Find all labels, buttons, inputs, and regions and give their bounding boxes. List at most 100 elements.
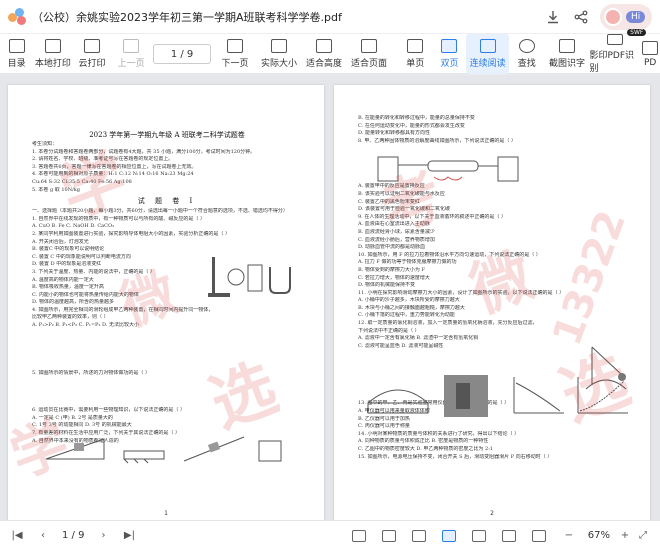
view-single-icon[interactable]: [351, 529, 366, 542]
question-line: D. 能量转化和转移都具有方向性: [358, 130, 431, 137]
question-line: C. 血液流经小肠后，营养物质增加: [358, 236, 435, 243]
question-line: A. 一定是 C (甲) B. 2号 是质量大的: [32, 414, 113, 421]
zoom-in-icon[interactable]: +: [618, 529, 632, 543]
toolbar: 目录 本地打印 云打印 上一页 1 / 9 下一页 实际大小 适合高度 适合页面…: [0, 29, 660, 74]
fullscreen-icon[interactable]: ⤢: [636, 529, 650, 543]
status-bar: |◀ ‹ 1 / 9 › ▶| − 67% + ⤢: [0, 520, 660, 550]
question-line: A. 滤液中一定含有氯化钠 B. 滤渣中一定含有氢氧化铜: [358, 335, 479, 342]
notice-line: Cu:64 S:32 Cl:35.5 Ca:40 Fe:56 Ag:108: [32, 178, 132, 185]
single-page-icon: [407, 39, 424, 53]
next-page-small-icon[interactable]: ›: [96, 529, 110, 543]
question-line: C. 若拉力增大，物体的速度增大: [358, 274, 430, 281]
page-number: 2: [490, 510, 494, 517]
last-page-icon[interactable]: ▶|: [122, 529, 136, 543]
screenshot-ocr-icon: [558, 39, 575, 53]
question-line: B. 木块与小桶之间的接触面越粗糙，摩擦力越大: [358, 304, 465, 311]
view-double-icon[interactable]: [381, 529, 396, 542]
toolbar-screenshot-ocr-label: 截图识字: [548, 59, 585, 69]
user-avatar[interactable]: Hi: [600, 3, 652, 30]
question-line: 1. 自然界中在线发现的物质中，有一种物质可以与所有的酸、碱反应的是（ ）: [32, 215, 205, 222]
notice-heading: 考生须知：: [32, 141, 58, 147]
toolbar-single-page-button[interactable]: 单页: [398, 34, 433, 74]
toolbar-cloud-print-button[interactable]: 云打印: [72, 34, 111, 74]
double-page-icon: [441, 39, 458, 53]
view-rotate-icon[interactable]: [531, 529, 546, 542]
prev-page-small-icon[interactable]: ‹: [36, 529, 50, 543]
toolbar-next-page-button[interactable]: 下一页: [213, 34, 256, 74]
view-continuous-icon[interactable]: [411, 529, 426, 542]
question-line: A. 开关闭合后，灯泡发光: [32, 238, 89, 245]
question-line: B. 血液流经肾小球，尿素含量减少: [358, 228, 435, 235]
page-number: 1: [164, 510, 168, 517]
question-line: C. 装置乙中的黑色粉末变红: [358, 198, 420, 205]
toolbar-pdf-button[interactable]: PD: [640, 34, 660, 74]
toolbar-scan-ocr-button[interactable]: 影印PDF识别 SWF: [589, 29, 647, 74]
question-line: A. 同种物质的质量与体积成正比 B. 密度是物质的一种特性: [358, 438, 489, 445]
figure-space: [32, 330, 302, 370]
view-double-continuous-icon[interactable]: [441, 529, 456, 542]
fit-page-icon: [361, 39, 378, 53]
toolbar-continuous-button[interactable]: 连续阅读: [466, 34, 510, 74]
toolbar-prev-page-button[interactable]: 上一页: [112, 34, 151, 74]
document-viewport[interactable]: 2023 学年第一学期九年级 A 班联考二科学试题卷 考生须知： 1. 本卷分试…: [0, 75, 660, 520]
first-page-icon[interactable]: |◀: [10, 529, 24, 543]
question-line: C. 小桶下落的过程中，重力势能转化为动能: [358, 312, 455, 319]
printer-icon: [44, 39, 61, 53]
zoom-out-icon[interactable]: −: [562, 529, 576, 543]
figure-space: [32, 377, 302, 407]
toolbar-cloud-print-label: 云打印: [78, 59, 106, 69]
question-line: A. 小桶中的沙子越多，木块所受的摩擦力越大: [358, 297, 460, 304]
question-line: B. 该实验可以证明二氧化碳能与水反应: [358, 190, 445, 197]
zoom-level[interactable]: 67%: [588, 530, 610, 541]
toolbar-continuous-label: 连续阅读: [469, 59, 506, 69]
toolbar-fit-page-button[interactable]: 适合页面: [347, 34, 392, 74]
avatar-image: [604, 7, 622, 26]
app-logo: [8, 7, 26, 26]
download-icon[interactable]: [544, 8, 562, 26]
scan-ocr-icon: [606, 34, 623, 45]
next-page-icon: [226, 39, 243, 53]
actual-size-icon: [271, 39, 287, 53]
toolbar-scan-ocr-label: 影印PDF识别: [589, 51, 635, 74]
toolbar-toc-label: 目录: [7, 59, 26, 69]
question-line: 11. 小明在探究影响滑动摩擦力大小的因素，设计了如图所示的实验，以下说法正确的…: [358, 289, 565, 296]
page-indicator-box: 1 / 9: [151, 34, 214, 64]
toolbar-double-page-button[interactable]: 双页: [433, 34, 466, 74]
toolbar-toc-button[interactable]: 目录: [0, 34, 33, 74]
view-fit-page-icon[interactable]: [501, 529, 516, 542]
toolbar-fit-page-label: 适合页面: [351, 59, 388, 69]
question-line: C. 乙图中的物质密度较大 D. 甲乙两种物质的密度之比为 2:1: [358, 446, 494, 452]
pdf-page-1: 2023 学年第一学期九年级 A 班联考二科学试题卷 考生须知： 1. 本卷分试…: [8, 85, 324, 520]
avatar-greeting: Hi: [626, 10, 646, 23]
question-line: A. P₁>P₂ B. P₁<P₂ C. P₁=P₂ D. 无法比较大小: [32, 322, 140, 329]
toolbar-find-button[interactable]: 查找: [509, 34, 544, 74]
fit-height-icon: [316, 39, 333, 53]
toolbar-fit-height-label: 适合高度: [306, 59, 343, 69]
toolbar-screenshot-ocr-button[interactable]: 截图识字: [544, 34, 589, 74]
question-line: B. 在能量的转化和转移过程中，能量的总量保持不变: [358, 115, 475, 121]
toolbar-fit-height-button[interactable]: 适合高度: [302, 34, 347, 74]
search-icon: [518, 39, 535, 53]
toolbar-print-label: 本地打印: [34, 59, 71, 69]
question-line: D. 物体的机械能保持不变: [358, 282, 416, 289]
gas-apparatus-figure: [377, 156, 519, 182]
notice-line: 4. 本卷可能用到的相对原子质量：H:1 C:12 N:14 O:16 Na:2…: [32, 171, 194, 178]
question-line: 9. 在人体的生理活动中，以下关于血液循环的叙述中正确的是（ ）: [358, 213, 506, 220]
question-line: B. 物体受到的摩擦力大小为 F: [358, 266, 425, 273]
share-icon[interactable]: [572, 8, 590, 26]
toolbar-actual-size-label: 实际大小: [260, 59, 297, 69]
page-number-input[interactable]: 1 / 9: [153, 44, 212, 64]
lab-apparatus-figure: [208, 257, 291, 297]
toolbar-single-page-label: 单页: [406, 59, 425, 69]
view-fit-width-icon[interactable]: [471, 529, 486, 542]
question-line: 5. 如图所示的情景中，所述的力对物体做功的是（ ）: [32, 369, 150, 376]
status-page-indicator[interactable]: 1 / 9: [62, 530, 84, 541]
question-line: 14. 小明对某种物质的质量与体积的关系进行了研究，得出以下结论（ ）: [358, 430, 520, 437]
toolbar-print-button[interactable]: 本地打印: [33, 34, 72, 74]
toolbar-actual-size-button[interactable]: 实际大小: [256, 34, 301, 74]
question-line: 15. 如图所示，电源电压保持不变，闭合开关 S 后，滑动变阻器滑片 P 向右移…: [358, 453, 553, 460]
toolbar-next-page-label: 下一页: [221, 59, 249, 69]
toc-icon: [8, 39, 25, 53]
question-line: D. 该装置可用于检验一氧化碳和二氧化碳: [358, 206, 451, 213]
cloud-printer-icon: [84, 39, 101, 53]
